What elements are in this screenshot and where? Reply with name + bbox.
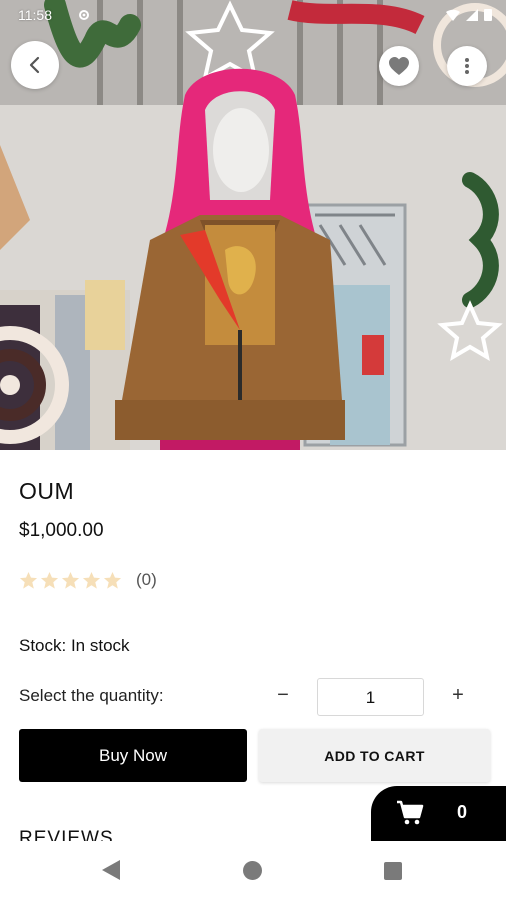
signal-icon	[466, 8, 478, 21]
star-icon	[61, 571, 80, 589]
status-icons	[446, 8, 492, 21]
cart-icon	[397, 800, 424, 825]
quantity-increment-button[interactable]: +	[447, 684, 469, 708]
nav-recent-icon[interactable]	[384, 862, 402, 880]
product-title: OUM	[19, 478, 75, 504]
product-photo	[0, 0, 506, 450]
add-to-cart-button[interactable]: ADD TO CART	[259, 729, 490, 782]
quantity-decrement-button[interactable]: −	[272, 684, 294, 708]
heart-icon	[389, 57, 409, 75]
quantity-label: Select the quantity:	[19, 686, 164, 705]
more-vert-icon	[465, 58, 469, 74]
buy-now-button[interactable]: Buy Now	[19, 729, 247, 782]
product-rating: (0)	[19, 570, 157, 590]
system-nav-bar	[0, 841, 506, 900]
nav-back-icon[interactable]	[101, 859, 121, 881]
star-icon	[82, 571, 101, 589]
product-image: 11:58	[0, 0, 506, 450]
rating-count: (0)	[136, 570, 157, 589]
favorite-button[interactable]	[379, 46, 419, 86]
more-options-button[interactable]	[447, 46, 487, 86]
star-icon	[103, 571, 122, 589]
stock-status: Stock: In stock	[19, 636, 130, 655]
battery-icon	[484, 9, 492, 21]
status-time: 11:58	[18, 7, 52, 23]
star-icon	[19, 571, 38, 589]
star-icon	[40, 571, 59, 589]
quantity-input[interactable]: 1	[317, 678, 424, 716]
back-arrow-icon	[29, 56, 40, 74]
settings-gear-icon	[79, 10, 89, 20]
product-price: $1,000.00	[19, 520, 104, 541]
status-bar: 11:58	[0, 0, 506, 30]
cart-floating-button[interactable]: 0	[371, 786, 506, 841]
cart-count: 0	[457, 802, 468, 822]
wifi-icon	[446, 9, 460, 21]
back-button[interactable]	[11, 41, 59, 89]
nav-home-icon[interactable]	[243, 861, 262, 880]
